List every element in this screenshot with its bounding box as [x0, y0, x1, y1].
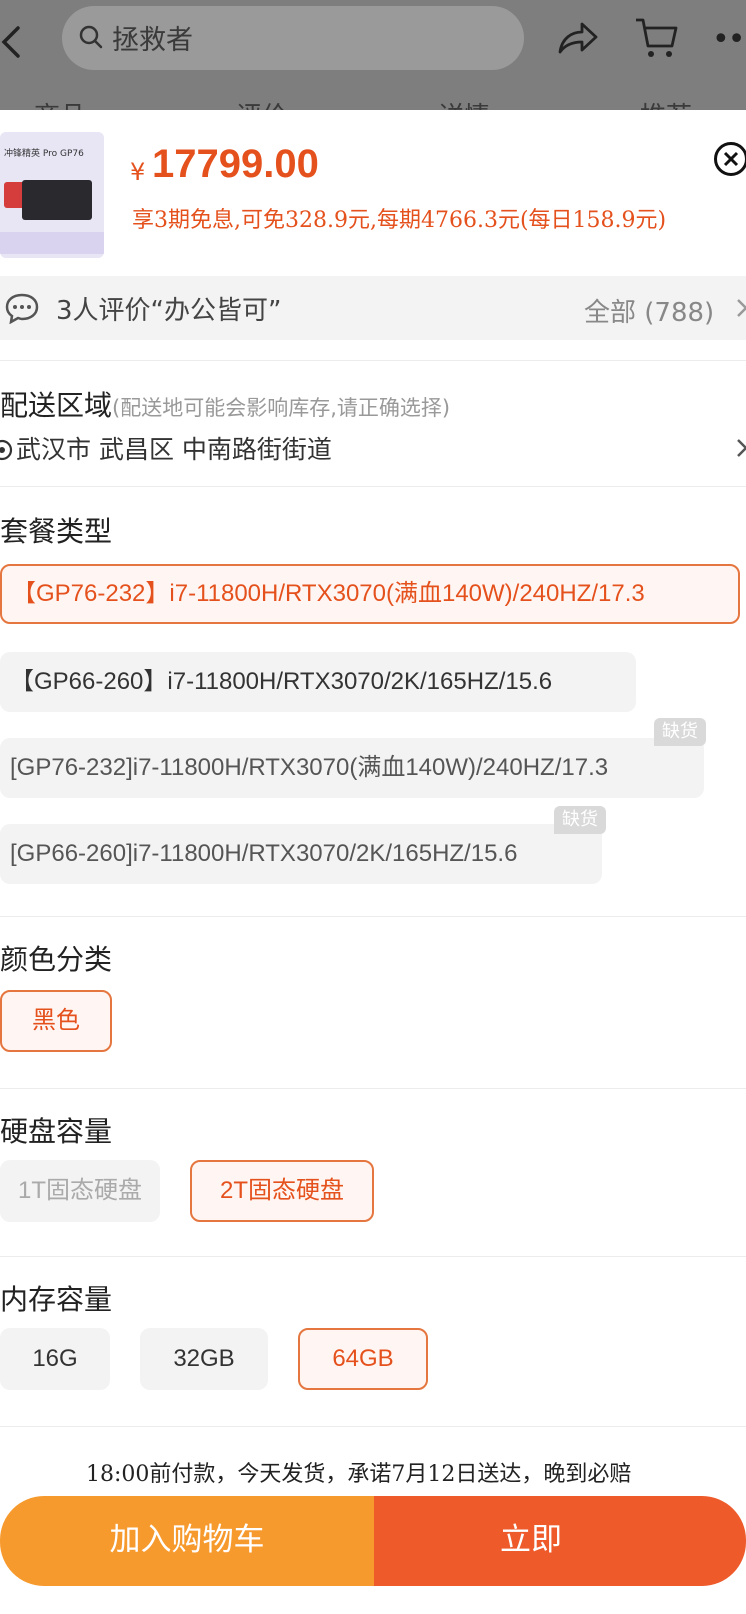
divider	[0, 916, 746, 917]
memory-title: 内存容量	[0, 1283, 113, 1316]
divider	[0, 360, 746, 361]
package-option-2[interactable]: 【GP66-260】i7-11800H/RTX3070/2K/165HZ/15.…	[0, 652, 636, 712]
out-of-stock-badge: 缺货	[554, 806, 606, 834]
storage-title: 硬盘容量	[0, 1115, 113, 1148]
chevron-right-icon	[736, 438, 746, 462]
divider	[0, 1088, 746, 1089]
out-of-stock-badge: 缺货	[654, 718, 706, 746]
currency-symbol: ¥	[130, 158, 146, 186]
package-option-3[interactable]: [GP76-232]i7-11800H/RTX3070(满血140W)/240H…	[0, 738, 704, 798]
page-header: 拯救者 •• 商品 评价 详情 推荐	[0, 0, 746, 112]
thumbnail-price-strip	[0, 232, 104, 254]
package-option-4[interactable]: [GP66-260]i7-11800H/RTX3070/2K/165HZ/15.…	[0, 824, 602, 884]
back-icon[interactable]	[0, 24, 30, 60]
delivery-area-hint: (配送地可能会影响库存,请正确选择)	[112, 396, 451, 420]
storage-option-2t[interactable]: 2T固态硬盘	[190, 1160, 374, 1222]
location-pin-icon	[0, 438, 14, 468]
product-thumbnail: 冲锋精英 Pro GP76	[0, 132, 104, 258]
package-option-1[interactable]: 【GP76-232】i7-11800H/RTX3070(满血140W)/240H…	[0, 564, 740, 624]
divider	[0, 1426, 746, 1427]
add-to-cart-button[interactable]: 加入购物车	[0, 1496, 374, 1586]
memory-option-64gb[interactable]: 64GB	[298, 1328, 428, 1390]
search-placeholder: 拯救者	[112, 25, 193, 56]
memory-option-16g[interactable]: 16G	[0, 1328, 110, 1390]
memory-option-32gb[interactable]: 32GB	[140, 1328, 268, 1390]
installment-info: 享3期免息,可免328.9元,每期4766.3元(每日158.9元)	[132, 208, 667, 233]
search-input[interactable]: 拯救者	[62, 6, 524, 70]
laptop-image	[22, 180, 92, 220]
search-icon	[78, 24, 104, 54]
chat-bubble-icon	[4, 292, 40, 328]
cart-icon[interactable]	[634, 16, 680, 64]
thumbnail-title: 冲锋精英 Pro GP76	[4, 149, 84, 159]
color-option-black[interactable]: 黑色	[0, 990, 112, 1052]
divider	[0, 1256, 746, 1257]
storage-option-1t[interactable]: 1T固态硬盘	[0, 1160, 160, 1222]
share-icon[interactable]	[556, 18, 600, 62]
package-type-title: 套餐类型	[0, 515, 113, 548]
delivery-promise: 18:00前付款，今天发货，承诺7月12日送达，晚到必赔	[86, 1462, 632, 1487]
buy-now-button[interactable]: 立即	[374, 1496, 746, 1586]
sku-selection-sheet: 冲锋精英 Pro GP76 ¥ 17799.00 享3期免息,可免328.9元,…	[0, 110, 746, 1614]
delivery-area-title: 配送区域(配送地可能会影响库存,请正确选择)	[0, 389, 451, 422]
more-icon[interactable]: ••	[712, 22, 745, 57]
chevron-right-icon	[736, 298, 746, 322]
color-title: 颜色分类	[0, 943, 113, 976]
review-bar[interactable]: 3人评价“办公皆可” 全部 (788)	[0, 276, 746, 340]
product-price: 17799.00	[152, 142, 319, 186]
review-summary: 3人评价“办公皆可”	[56, 296, 282, 326]
delivery-address[interactable]: 武汉市 武昌区 中南路街街道	[0, 430, 332, 468]
divider	[0, 486, 746, 487]
all-reviews-link[interactable]: 全部 (788)	[584, 292, 714, 329]
close-icon[interactable]	[714, 142, 746, 176]
